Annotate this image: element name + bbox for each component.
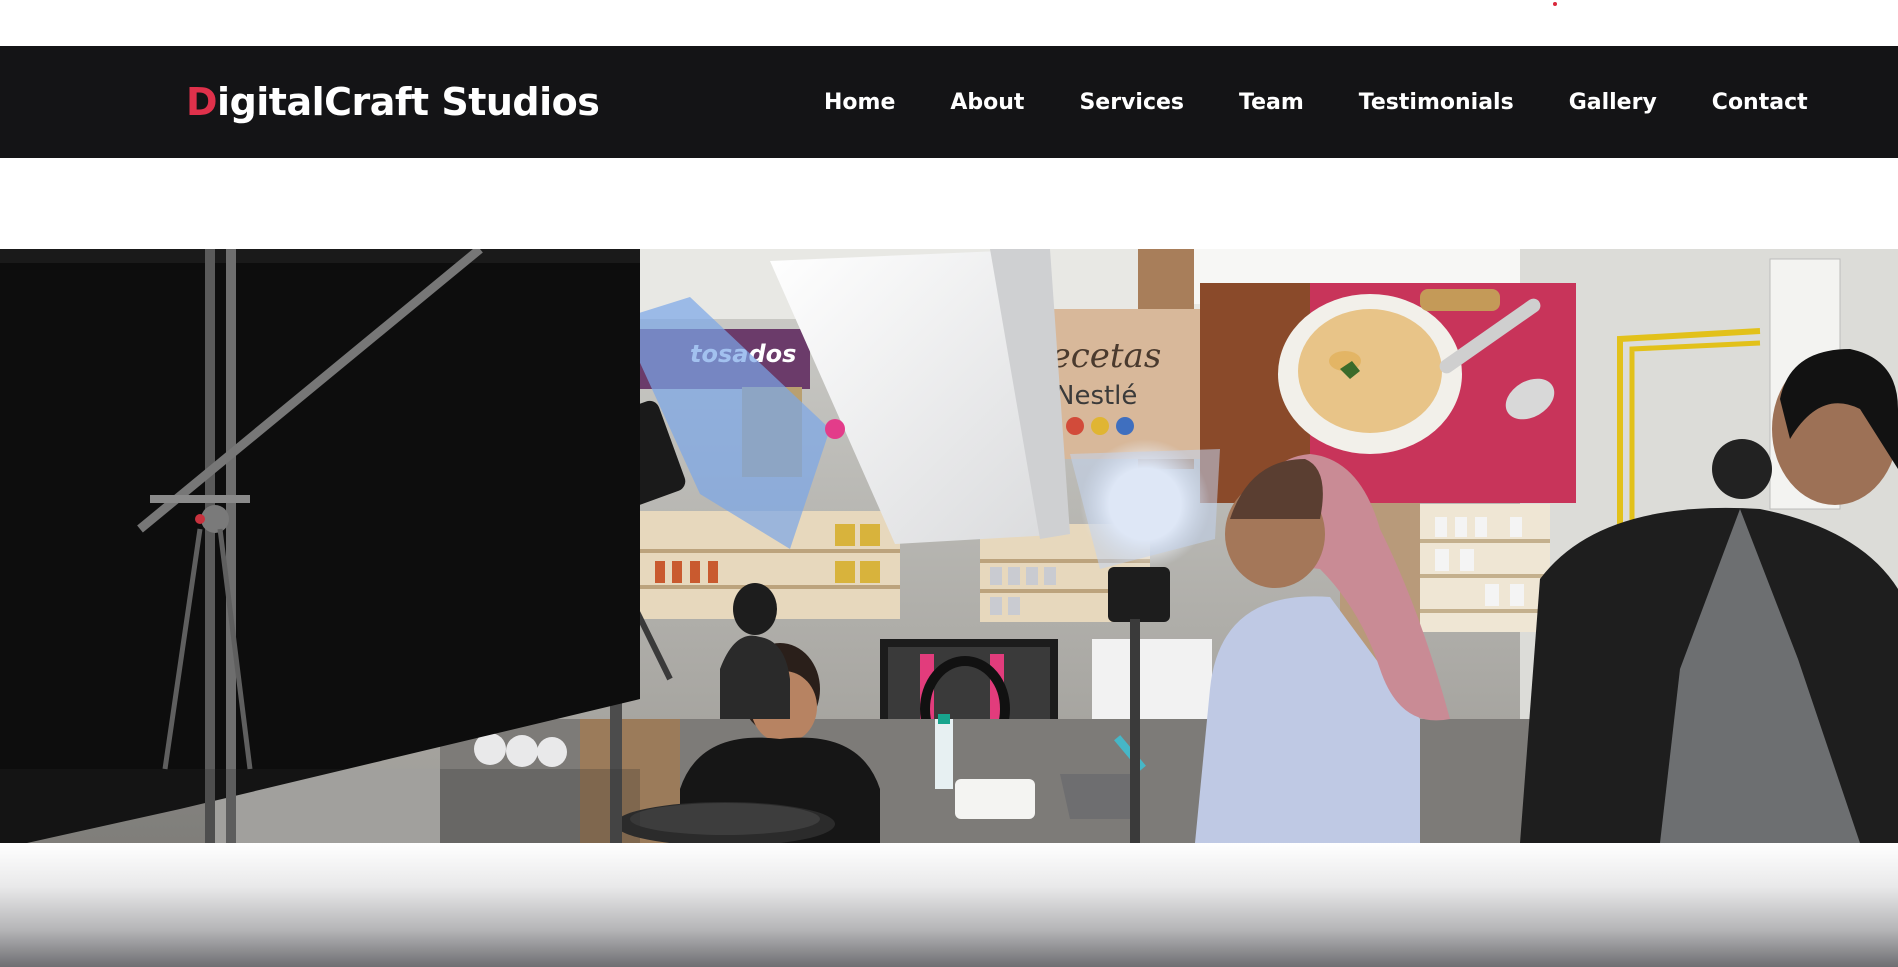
nav-link-home[interactable]: Home	[824, 90, 895, 115]
main-nav: Home About Services Team Testimonials Ga…	[824, 46, 1808, 158]
brand-logo[interactable]: DigitalCraft Studios	[186, 80, 600, 124]
hero-image: Recetas Nestlé tosados	[0, 249, 1898, 843]
brand-logo-initial: D	[186, 80, 218, 124]
nav-link-services[interactable]: Services	[1079, 90, 1184, 115]
nav-link-testimonials[interactable]: Testimonials	[1359, 90, 1514, 115]
brand-logo-text: igitalCraft Studios	[217, 80, 600, 124]
sign-nestle: Nestlé	[1055, 381, 1137, 411]
hero-video[interactable]: Recetas Nestlé tosados	[0, 249, 1898, 843]
nav-link-contact[interactable]: Contact	[1712, 90, 1808, 115]
top-strip	[0, 0, 1898, 46]
nav-link-about[interactable]: About	[950, 90, 1024, 115]
red-dot-indicator	[1553, 2, 1557, 6]
bottom-fade	[0, 843, 1898, 967]
navbar: DigitalCraft Studios Home About Services…	[0, 46, 1898, 158]
nav-link-team[interactable]: Team	[1239, 90, 1304, 115]
nav-link-gallery[interactable]: Gallery	[1569, 90, 1657, 115]
